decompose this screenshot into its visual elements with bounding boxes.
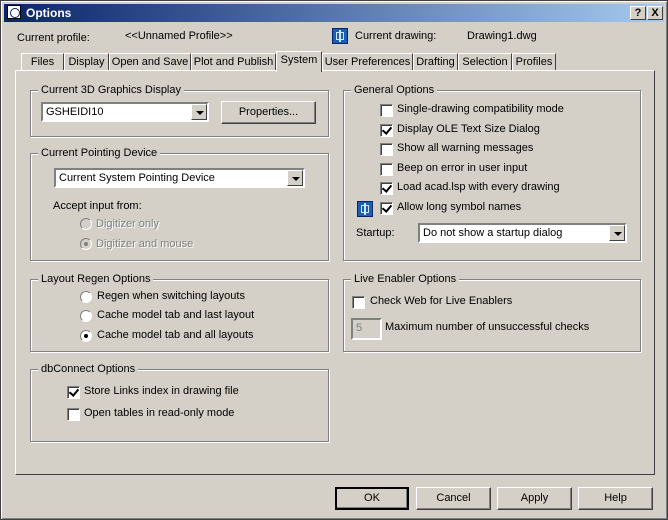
digitizer-and-mouse-radio[interactable] (80, 238, 92, 250)
show-warnings-label: Show all warning messages (397, 142, 534, 154)
startup-select[interactable]: Do not show a startup dialog (418, 223, 627, 243)
layout-regen-title: Layout Regen Options (38, 273, 154, 285)
tab-profiles[interactable]: Profiles (512, 53, 556, 71)
tab-system[interactable]: System (276, 51, 322, 72)
general-options-title: General Options (351, 84, 438, 96)
current-drawing-label: Current drawing: (355, 30, 437, 42)
cache-last-layout-radio[interactable] (80, 310, 92, 322)
load-acad-lsp-checkbox[interactable] (380, 182, 393, 195)
max-checks-input[interactable]: 5 (351, 318, 382, 340)
chevron-down-icon[interactable] (287, 170, 303, 186)
store-links-label: Store Links index in drawing file (84, 385, 239, 397)
load-acad-lsp-label: Load acad.lsp with every drawing (397, 181, 560, 193)
single-drawing-checkbox[interactable] (380, 104, 393, 117)
beep-on-error-checkbox[interactable] (380, 163, 393, 176)
apply-button[interactable]: Apply (497, 487, 572, 510)
help-button[interactable]: Help (578, 487, 653, 510)
read-only-tables-label: Open tables in read-only mode (84, 407, 235, 419)
graphics-display-select[interactable]: GSHEIDI10 (41, 102, 209, 122)
drawing-settings-icon (357, 201, 373, 217)
ole-text-size-checkbox[interactable] (380, 124, 393, 137)
cancel-button[interactable]: Cancel (416, 487, 491, 510)
accept-input-label: Accept input from: (53, 200, 142, 212)
digitizer-and-mouse-label: Digitizer and mouse (96, 238, 194, 250)
chevron-down-icon[interactable] (191, 104, 207, 120)
ole-text-size-label: Display OLE Text Size Dialog (397, 123, 540, 135)
ok-button[interactable]: OK (335, 487, 409, 510)
general-options-group: General Options Single-drawing compatibi… (343, 84, 641, 261)
store-links-checkbox[interactable] (67, 386, 80, 399)
tab-display[interactable]: Display (64, 53, 109, 71)
layout-regen-group: Layout Regen Options Regen when switchin… (30, 273, 329, 352)
graphics-display-value: GSHEIDI10 (46, 106, 104, 118)
read-only-tables-checkbox[interactable] (67, 408, 80, 421)
regen-switching-radio[interactable] (80, 291, 92, 303)
pointing-device-group: Current Pointing Device Current System P… (30, 147, 329, 261)
tab-open-and-save[interactable]: Open and Save (109, 53, 191, 71)
dbconnect-title: dbConnect Options (38, 363, 139, 375)
tab-drafting[interactable]: Drafting (413, 53, 458, 71)
beep-on-error-label: Beep on error in user input (397, 162, 528, 174)
pointing-device-value: Current System Pointing Device (59, 172, 215, 184)
startup-label: Startup: (356, 227, 395, 239)
tab-selection[interactable]: Selection (458, 53, 512, 71)
graphics-display-title: Current 3D Graphics Display (38, 84, 184, 96)
long-symbol-names-label: Allow long symbol names (397, 201, 522, 213)
properties-button[interactable]: Properties... (221, 101, 316, 124)
dbconnect-group: dbConnect Options Store Links index in d… (30, 363, 329, 442)
check-web-label: Check Web for Live Enablers (370, 295, 513, 307)
chevron-down-icon[interactable] (609, 225, 625, 241)
cache-last-layout-label: Cache model tab and last layout (97, 309, 255, 321)
cache-all-layouts-radio[interactable] (80, 330, 92, 342)
long-symbol-names-checkbox[interactable] (380, 202, 393, 215)
startup-value: Do not show a startup dialog (423, 227, 563, 239)
system-tab-panel: Current 3D Graphics Display GSHEIDI10 Pr… (15, 70, 655, 475)
close-icon[interactable]: X (647, 6, 663, 20)
current-profile-value: <<Unnamed Profile>> (125, 30, 233, 42)
digitizer-only-radio[interactable] (80, 218, 92, 230)
cache-all-layouts-label: Cache model tab and all layouts (97, 329, 254, 341)
live-enabler-title: Live Enabler Options (351, 273, 460, 285)
tab-user-preferences[interactable]: User Preferences (322, 53, 413, 71)
pointing-device-title: Current Pointing Device (38, 147, 161, 159)
help-title-button[interactable]: ? (630, 6, 646, 20)
pointing-device-select[interactable]: Current System Pointing Device (54, 168, 305, 188)
current-drawing-value: Drawing1.dwg (467, 30, 537, 42)
regen-switching-label: Regen when switching layouts (97, 290, 245, 302)
digitizer-only-label: Digitizer only (96, 218, 159, 230)
title-bar[interactable]: Options ? X (4, 4, 664, 22)
check-web-checkbox[interactable] (352, 296, 365, 309)
tab-plot-and-publish[interactable]: Plot and Publish (191, 53, 276, 71)
max-checks-label: Maximum number of unsuccessful checks (385, 321, 590, 333)
single-drawing-label: Single-drawing compatibility mode (397, 103, 564, 115)
options-dialog: Options ? X Current profile: <<Unnamed P… (0, 0, 668, 520)
drawing-settings-icon (332, 28, 348, 44)
current-profile-label: Current profile: (17, 32, 90, 44)
show-warnings-checkbox[interactable] (380, 143, 393, 156)
window-title: Options (26, 6, 72, 20)
live-enabler-group: Live Enabler Options Check Web for Live … (343, 273, 641, 352)
graphics-display-group: Current 3D Graphics Display GSHEIDI10 Pr… (30, 84, 329, 137)
options-window-icon (7, 5, 21, 19)
tab-files[interactable]: Files (21, 53, 64, 71)
